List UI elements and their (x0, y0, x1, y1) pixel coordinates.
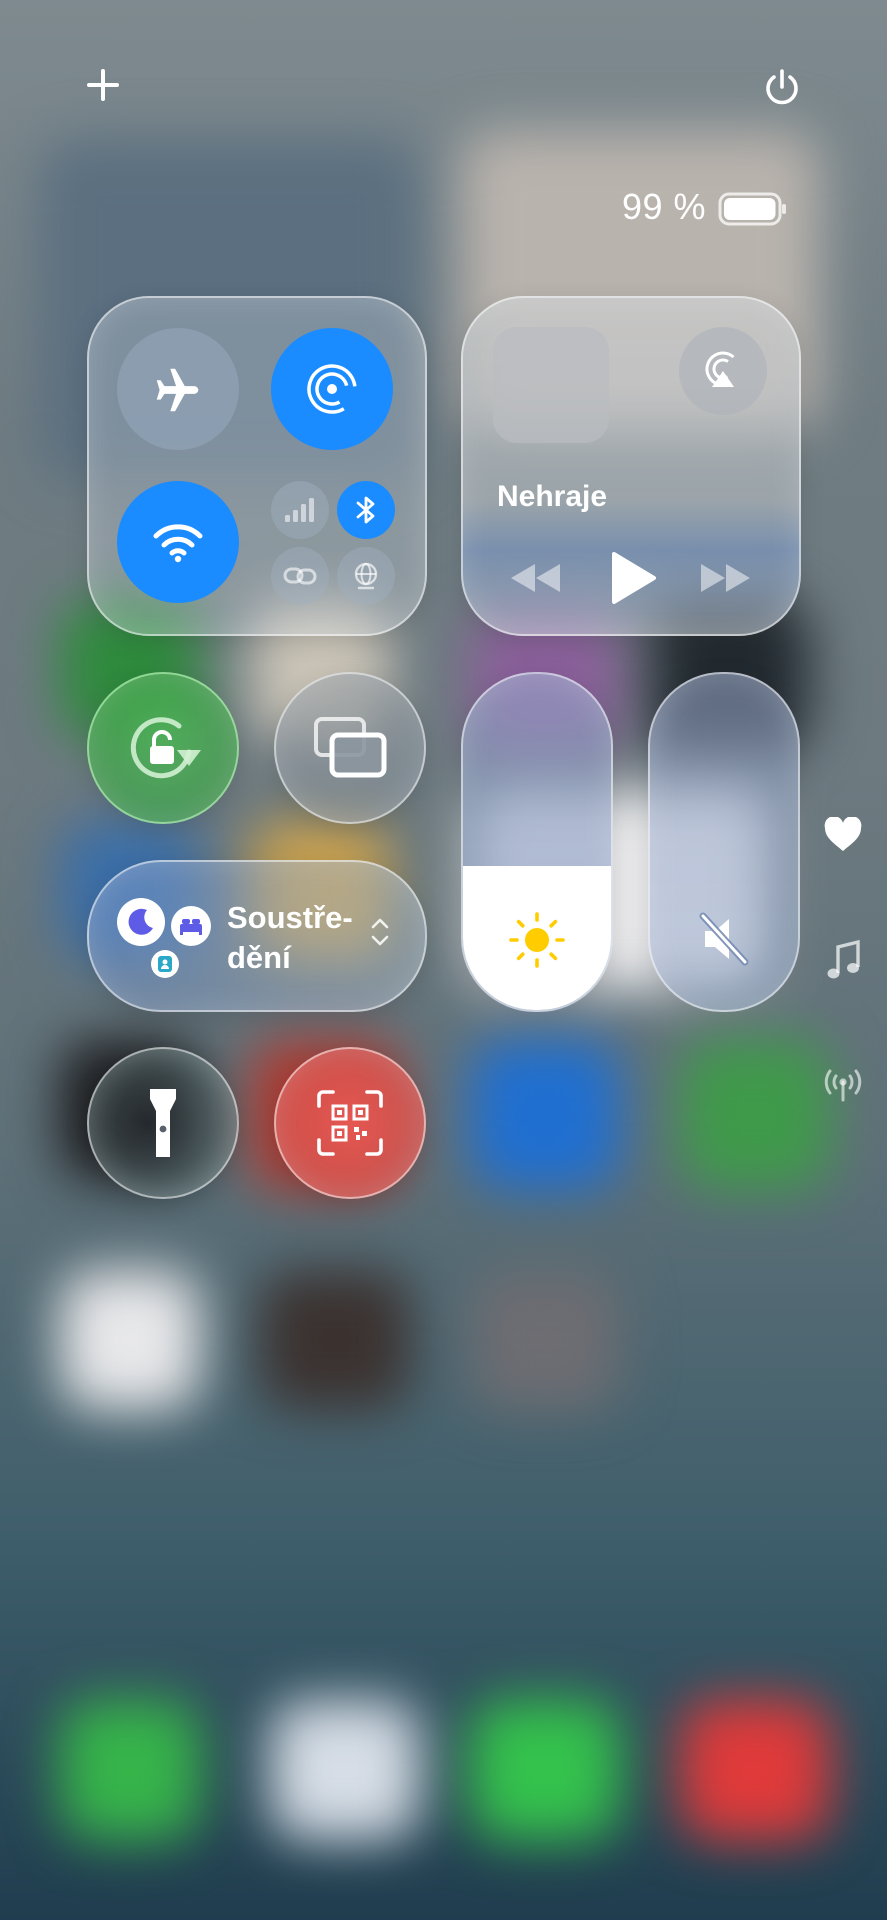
wifi-toggle[interactable] (117, 481, 239, 603)
hotspot-toggle[interactable] (271, 547, 329, 605)
brightness-slider[interactable] (461, 672, 613, 1012)
play-icon (612, 552, 656, 604)
sun-icon (463, 910, 611, 970)
airdrop-toggle[interactable] (271, 328, 393, 450)
battery-percentage: 99 % (622, 186, 707, 227)
album-artwork-placeholder (493, 327, 609, 443)
rewind-button[interactable] (508, 560, 564, 601)
qr-code-icon (317, 1090, 383, 1156)
power-button[interactable] (760, 66, 804, 110)
connectivity-page-indicator[interactable] (820, 1064, 866, 1104)
airplay-button[interactable] (679, 327, 767, 415)
play-button[interactable] (608, 550, 658, 611)
orientation-lock-button[interactable] (87, 672, 239, 824)
bluetooth-toggle[interactable] (337, 481, 395, 539)
vpn-toggle[interactable] (337, 547, 395, 605)
chevron-up-down-icon (369, 914, 391, 955)
screen-mirroring-button[interactable] (274, 672, 426, 824)
fast-forward-button[interactable] (697, 560, 753, 601)
power-icon (766, 69, 798, 105)
music-page-indicator[interactable] (822, 938, 864, 982)
battery-icon (718, 192, 788, 231)
rewind-icon (511, 564, 560, 592)
focus-label-line-2: dění (227, 940, 291, 975)
wifi-icon (153, 524, 203, 563)
bluetooth-icon (356, 496, 375, 524)
airplay-icon (705, 351, 741, 387)
person-badge-icon (151, 950, 179, 978)
volume-slider[interactable] (648, 672, 800, 1012)
speaker-muted-icon (650, 912, 798, 966)
screen-mirroring-icon (314, 717, 387, 778)
rotation-lock-icon (130, 717, 201, 779)
plus-icon (87, 69, 119, 101)
focus-label-line-1: Soustře- (227, 900, 353, 935)
now-playing-title: Nehraje (497, 480, 608, 513)
code-scanner-button[interactable] (274, 1047, 426, 1199)
bed-icon (171, 906, 211, 946)
hotspot-link-icon (283, 567, 317, 585)
music-note-icon (827, 939, 860, 979)
airdrop-icon (307, 364, 357, 414)
cellular-toggle[interactable] (271, 481, 329, 539)
flashlight-icon (150, 1089, 176, 1157)
add-control-button[interactable] (80, 62, 126, 108)
airplane-icon (156, 368, 199, 412)
flashlight-button[interactable] (87, 1047, 239, 1199)
fast-forward-icon (701, 564, 750, 592)
moon-icon (117, 898, 165, 946)
heart-icon (824, 817, 862, 851)
airplane-mode-toggle[interactable] (117, 328, 239, 450)
antenna-icon (824, 1069, 862, 1102)
focus-label: Soustře- dění (227, 898, 353, 978)
cellular-signal-icon (285, 498, 314, 522)
globe-icon (354, 562, 378, 590)
favorites-page-indicator[interactable] (822, 815, 864, 855)
